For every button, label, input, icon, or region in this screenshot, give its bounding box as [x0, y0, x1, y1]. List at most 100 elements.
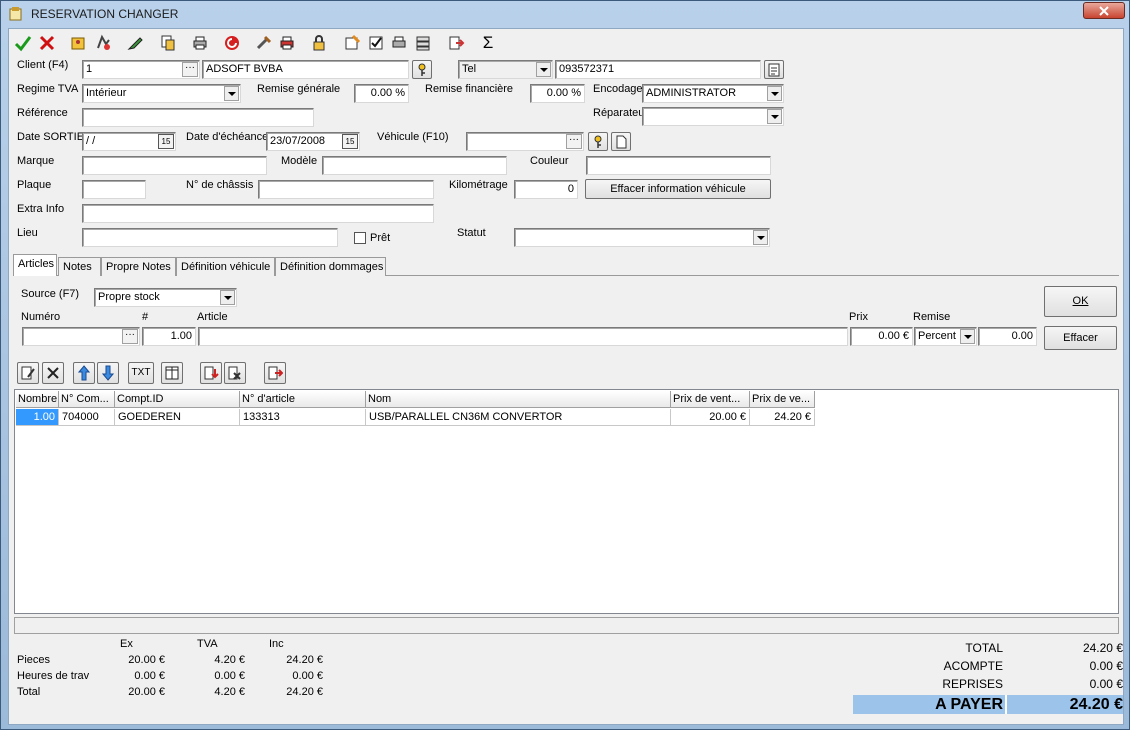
col-header-narticle[interactable]: N° d'article	[240, 391, 366, 408]
remise-generale-field[interactable]: 0.00 %	[354, 84, 409, 103]
source-dropdown[interactable]	[220, 290, 235, 305]
client-lookup-button[interactable]: ···	[182, 62, 198, 77]
phone-type-select[interactable]: Tel	[458, 60, 553, 79]
source-select[interactable]: Propre stock	[94, 288, 237, 307]
remise-type-dropdown[interactable]	[960, 329, 975, 344]
client-search-button[interactable]	[412, 60, 432, 79]
calendar-icon[interactable]: 15	[158, 134, 174, 149]
lock-icon[interactable]	[308, 32, 330, 54]
tab-articles[interactable]: Articles	[13, 254, 57, 276]
grid-edit-button[interactable]	[17, 362, 39, 384]
move-up-button[interactable]	[73, 362, 95, 384]
col-header-comptid[interactable]: Compt.ID	[115, 391, 240, 408]
payment-icon[interactable]	[92, 32, 114, 54]
accept-icon[interactable]	[12, 32, 34, 54]
print-list-icon[interactable]	[388, 32, 410, 54]
col-header-nombre[interactable]: Nombre	[16, 391, 59, 408]
article-field[interactable]	[198, 327, 848, 346]
statut-dropdown[interactable]	[753, 230, 768, 245]
ok-button[interactable]: OK	[1044, 286, 1117, 317]
tab-definition-vehicule[interactable]: Définition véhicule	[176, 257, 275, 276]
vehicule-field[interactable]: ···	[466, 132, 584, 151]
grid-delete-button[interactable]	[42, 362, 64, 384]
couleur-field[interactable]	[586, 156, 771, 175]
date-echeance-field[interactable]: 23/07/2008 15	[266, 132, 360, 151]
regime-dropdown[interactable]	[224, 86, 239, 101]
notes-icon[interactable]	[341, 32, 363, 54]
vehicule-new-button[interactable]	[611, 132, 631, 151]
articles-grid[interactable]: Nombre N° Com... Compt.ID N° d'article N…	[14, 389, 1119, 614]
tab-definition-dommages[interactable]: Définition dommages	[275, 257, 386, 276]
col-header-prix-vente-ex[interactable]: Prix de vent...	[671, 391, 750, 408]
pret-label: Prêt	[370, 232, 391, 244]
prix-field[interactable]: 0.00 €	[850, 327, 913, 346]
statut-select[interactable]	[514, 228, 770, 247]
remise-value-field[interactable]: 0.00	[978, 327, 1037, 346]
extra-info-field[interactable]	[82, 204, 434, 223]
phone-book-button[interactable]	[764, 60, 784, 79]
import-all-button[interactable]	[224, 362, 246, 384]
reparateur-dropdown[interactable]	[767, 109, 782, 124]
regime-select[interactable]: Intérieur	[82, 84, 241, 103]
col-header-ncom[interactable]: N° Com...	[59, 391, 115, 408]
effacer-button[interactable]: Effacer	[1044, 326, 1117, 350]
remise-type-select[interactable]: Percent	[914, 327, 977, 346]
modele-field[interactable]	[322, 156, 507, 175]
col-header-nom[interactable]: Nom	[366, 391, 671, 408]
reparateur-select[interactable]	[642, 107, 784, 126]
encodage-select[interactable]: ADMINISTRATOR	[642, 84, 784, 103]
edit-icon[interactable]	[124, 32, 146, 54]
tab-notes[interactable]: Notes	[58, 257, 101, 276]
numero-lookup-button[interactable]: ···	[122, 329, 138, 344]
table-row-cell-prix-ex[interactable]: 20.00 €	[671, 409, 750, 426]
import-button[interactable]	[200, 362, 222, 384]
stack-icon[interactable]	[412, 32, 434, 54]
table-row-cell-ncom[interactable]: 704000	[59, 409, 115, 426]
table-row-cell-comptid[interactable]: GOEDEREN	[115, 409, 240, 426]
table-row-cell-nombre[interactable]: 1.00	[16, 409, 59, 426]
columns-button[interactable]	[161, 362, 183, 384]
export-icon[interactable]	[445, 32, 467, 54]
date-sortie-field[interactable]: / / 15	[82, 132, 176, 151]
encodage-dropdown[interactable]	[767, 86, 782, 101]
reference-field[interactable]	[82, 108, 314, 127]
tab-propre-notes[interactable]: Propre Notes	[101, 257, 176, 276]
checklist-icon[interactable]	[365, 32, 387, 54]
chassis-field[interactable]	[258, 180, 434, 199]
remise-financiere-field[interactable]: 0.00 %	[530, 84, 585, 103]
tools-icon[interactable]	[253, 32, 275, 54]
plaque-field[interactable]	[82, 180, 146, 199]
title-bar[interactable]: RESERVATION CHANGER	[1, 1, 1129, 27]
pret-checkbox[interactable]	[354, 232, 366, 244]
close-button[interactable]	[1083, 2, 1125, 19]
couleur-label: Couleur	[530, 155, 569, 167]
marque-field[interactable]	[82, 156, 267, 175]
calendar-icon[interactable]: 15	[342, 134, 358, 149]
txt-button[interactable]: TXT	[128, 362, 154, 384]
refresh-icon[interactable]	[221, 32, 243, 54]
phone-type-dropdown[interactable]	[536, 62, 551, 77]
col-header-prix-vente-inc[interactable]: Prix de ve...	[750, 391, 815, 408]
copy-icon[interactable]	[157, 32, 179, 54]
print-icon[interactable]	[189, 32, 211, 54]
sigma-icon[interactable]: Σ	[477, 32, 499, 54]
transfer-button[interactable]	[264, 362, 286, 384]
vehicule-search-button[interactable]	[588, 132, 608, 151]
numero-field[interactable]: ···	[22, 327, 140, 346]
move-down-button[interactable]	[97, 362, 119, 384]
count-field[interactable]: 1.00	[142, 327, 196, 346]
table-row-cell-narticle[interactable]: 133313	[240, 409, 366, 426]
customer-icon[interactable]	[67, 32, 89, 54]
lieu-field[interactable]	[82, 228, 338, 247]
table-row-cell-nom[interactable]: USB/PARALLEL CN36M CONVERTOR	[366, 409, 671, 426]
client-id-field[interactable]: 1 ···	[82, 60, 200, 79]
phone-field[interactable]: 093572371	[555, 60, 761, 79]
cancel-icon[interactable]	[36, 32, 58, 54]
delete-icon	[47, 367, 59, 379]
print-preview-icon[interactable]	[276, 32, 298, 54]
vehicule-lookup-button[interactable]: ···	[566, 134, 582, 149]
client-name-field[interactable]: ADSOFT BVBA	[202, 60, 409, 79]
table-row-cell-prix-inc[interactable]: 24.20 €	[750, 409, 815, 426]
kilometrage-field[interactable]: 0	[514, 180, 578, 199]
effacer-vehicule-button[interactable]: Effacer information véhicule	[585, 179, 771, 199]
